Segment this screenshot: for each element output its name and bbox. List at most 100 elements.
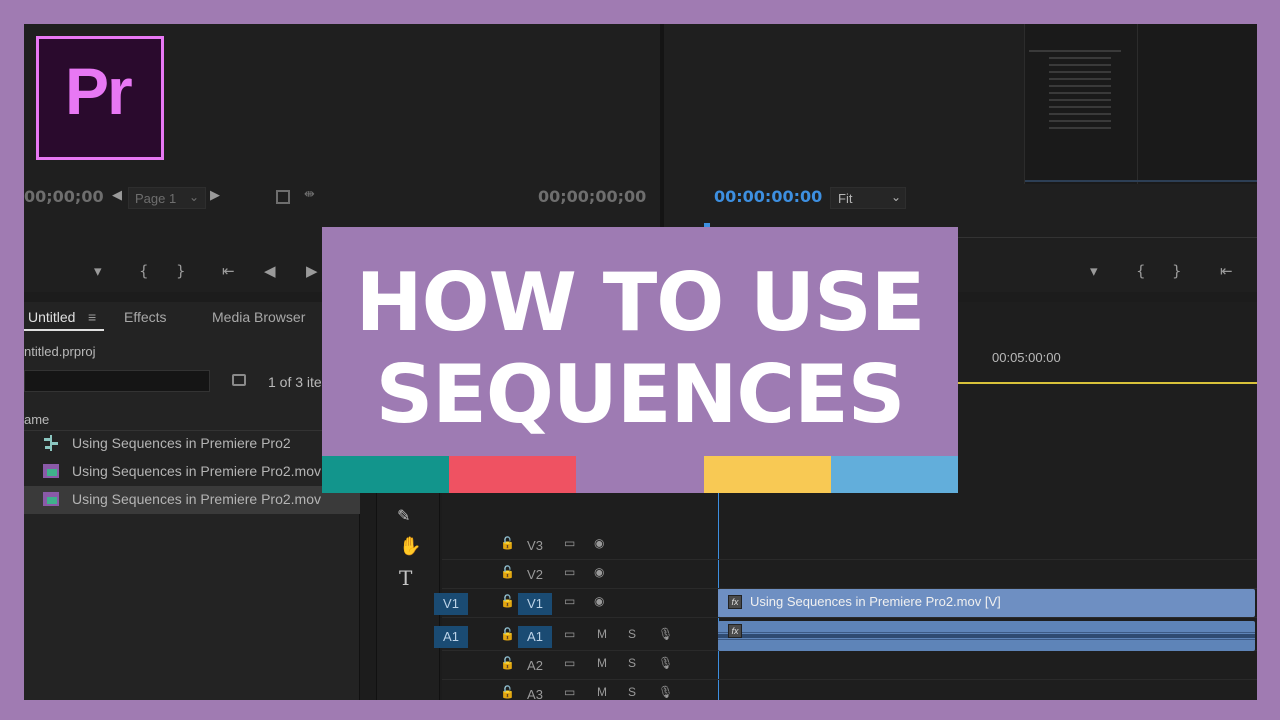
- sync-lock-icon[interactable]: ▭: [564, 656, 575, 670]
- hand-tool-icon[interactable]: ✋: [399, 536, 421, 557]
- go-to-in-icon[interactable]: ⇤: [222, 262, 235, 280]
- track-lane[interactable]: [718, 680, 1257, 700]
- track-header: A1 🔓 A1 ▭ M S 🎙: [434, 622, 718, 651]
- tab-effects[interactable]: Effects: [124, 309, 167, 325]
- track-target-button[interactable]: V2: [518, 564, 552, 586]
- sync-lock-icon[interactable]: ▭: [564, 536, 575, 550]
- video-clip[interactable]: fx Using Sequences in Premiere Pro2.mov …: [718, 589, 1255, 617]
- sync-lock-icon[interactable]: ▭: [564, 565, 575, 579]
- lock-icon[interactable]: 🔓: [500, 656, 515, 670]
- sync-lock-icon[interactable]: ▭: [564, 594, 575, 608]
- source-duration: 00;00;00;00: [538, 187, 647, 206]
- mark-out-icon[interactable]: }: [176, 262, 186, 280]
- track-lane[interactable]: [718, 651, 1257, 680]
- color-bar: [449, 456, 577, 493]
- track-target-button[interactable]: A1: [518, 626, 552, 648]
- marker-icon[interactable]: ▾: [94, 262, 102, 280]
- sync-lock-icon[interactable]: ▭: [564, 685, 575, 699]
- video-clip-icon: [43, 492, 59, 506]
- list-item-label: Using Sequences in Premiere Pro2.mov: [72, 463, 322, 479]
- zoom-select[interactable]: Fit ⌄: [830, 187, 906, 209]
- source-patch-button[interactable]: A1: [434, 626, 468, 648]
- track-target-button[interactable]: V1: [518, 593, 552, 615]
- track-target-button[interactable]: A2: [518, 655, 552, 677]
- marker-icon[interactable]: ▾: [1090, 262, 1098, 280]
- item-count: 1 of 3 ite: [268, 374, 322, 390]
- track-header: 🔓 V3 ▭ ◉: [442, 531, 718, 560]
- mute-button[interactable]: M: [597, 685, 607, 699]
- video-clip-icon: [43, 464, 59, 478]
- solo-button[interactable]: S: [628, 627, 636, 641]
- list-item[interactable]: Using Sequences in Premiere Pro2.mov: [24, 458, 360, 486]
- solo-button[interactable]: S: [628, 656, 636, 670]
- video-clip-label: Using Sequences in Premiere Pro2.mov [V]: [750, 594, 1001, 609]
- track-target-button[interactable]: V3: [518, 535, 552, 557]
- step-back-icon[interactable]: ◀: [264, 262, 276, 280]
- lock-icon[interactable]: 🔓: [500, 536, 515, 550]
- panel-menu-icon[interactable]: ≡: [88, 309, 96, 325]
- color-bar: [703, 456, 832, 493]
- zoom-select-label: Fit: [838, 191, 853, 206]
- title-banner: HOW TO USE SEQUENCES: [322, 227, 959, 493]
- track-header: 🔓 V2 ▭ ◉: [442, 560, 718, 589]
- premiere-pro-logo: Pr: [36, 36, 164, 160]
- mute-button[interactable]: M: [597, 627, 607, 641]
- lock-icon[interactable]: 🔓: [500, 565, 515, 579]
- save-frame-icon[interactable]: [276, 190, 290, 204]
- source-patch-button[interactable]: V1: [434, 593, 468, 615]
- mute-button[interactable]: M: [597, 656, 607, 670]
- microphone-icon[interactable]: 🎙: [658, 627, 673, 641]
- pen-tool-icon[interactable]: ✎: [397, 506, 410, 525]
- play-icon[interactable]: ▶: [306, 262, 318, 280]
- title-line-1: HOW TO USE: [355, 256, 926, 349]
- premiere-window: 00;00;00 ◀ Page 1 ⌄ ▶ ⇼ 00;00;00;00 ▾ { …: [24, 24, 1257, 700]
- program-timecode: 00:00:00:00: [714, 187, 823, 206]
- track-lane[interactable]: [718, 560, 1257, 589]
- audio-clip[interactable]: fx: [718, 621, 1255, 651]
- thumbnail-list: [1029, 50, 1129, 150]
- sync-lock-icon[interactable]: ▭: [564, 627, 575, 641]
- microphone-icon[interactable]: 🎙: [658, 656, 673, 670]
- page-select[interactable]: Page 1 ⌄: [128, 187, 206, 209]
- audio-waveform: [718, 632, 1255, 640]
- tab-project[interactable]: Untitled: [28, 309, 75, 325]
- track-header: 🔓 A2 ▭ M S 🎙: [442, 651, 718, 680]
- list-item[interactable]: Using Sequences in Premiere Pro2: [24, 430, 360, 458]
- project-file-name: ntitled.prproj: [24, 344, 96, 359]
- list-item-label: Using Sequences in Premiere Pro2.mov: [72, 491, 322, 507]
- mark-in-icon[interactable]: {: [139, 262, 149, 280]
- active-tab-indicator: [24, 329, 104, 331]
- prev-page-icon[interactable]: ◀: [112, 188, 122, 203]
- mark-out-icon[interactable]: }: [1172, 262, 1182, 280]
- color-bar: [322, 456, 450, 493]
- lock-icon[interactable]: 🔓: [500, 685, 515, 699]
- logo-text: Pr: [65, 54, 133, 128]
- eye-icon[interactable]: ◉: [594, 536, 604, 550]
- waveform-icon[interactable]: ⇼: [304, 187, 315, 202]
- microphone-icon[interactable]: 🎙: [658, 685, 673, 699]
- page-select-label: Page 1: [135, 191, 177, 206]
- lock-icon[interactable]: 🔓: [500, 627, 515, 641]
- list-item[interactable]: Using Sequences in Premiere Pro2.mov: [24, 486, 360, 514]
- fx-badge: fx: [728, 595, 742, 609]
- color-bar: [830, 456, 959, 493]
- list-item-label: Using Sequences in Premiere Pro2: [72, 435, 291, 451]
- track-lane[interactable]: [718, 531, 1257, 560]
- fx-badge: fx: [728, 624, 742, 638]
- lock-icon[interactable]: 🔓: [500, 594, 515, 608]
- chevron-down-icon: ⌄: [189, 190, 200, 204]
- find-icon[interactable]: [232, 374, 246, 386]
- preview-thumbnail: [1024, 24, 1257, 184]
- next-page-icon[interactable]: ▶: [210, 188, 220, 203]
- track-target-button[interactable]: A3: [518, 684, 552, 700]
- type-tool-icon[interactable]: T: [399, 566, 412, 590]
- eye-icon[interactable]: ◉: [594, 565, 604, 579]
- mark-in-icon[interactable]: {: [1136, 262, 1146, 280]
- search-input[interactable]: [24, 370, 210, 392]
- solo-button[interactable]: S: [628, 685, 636, 699]
- tab-media-browser[interactable]: Media Browser: [212, 309, 305, 325]
- go-to-in-icon[interactable]: ⇤: [1220, 262, 1233, 280]
- chevron-down-icon: ⌄: [891, 190, 902, 204]
- eye-icon[interactable]: ◉: [594, 594, 604, 608]
- column-header-name[interactable]: ame: [24, 412, 49, 427]
